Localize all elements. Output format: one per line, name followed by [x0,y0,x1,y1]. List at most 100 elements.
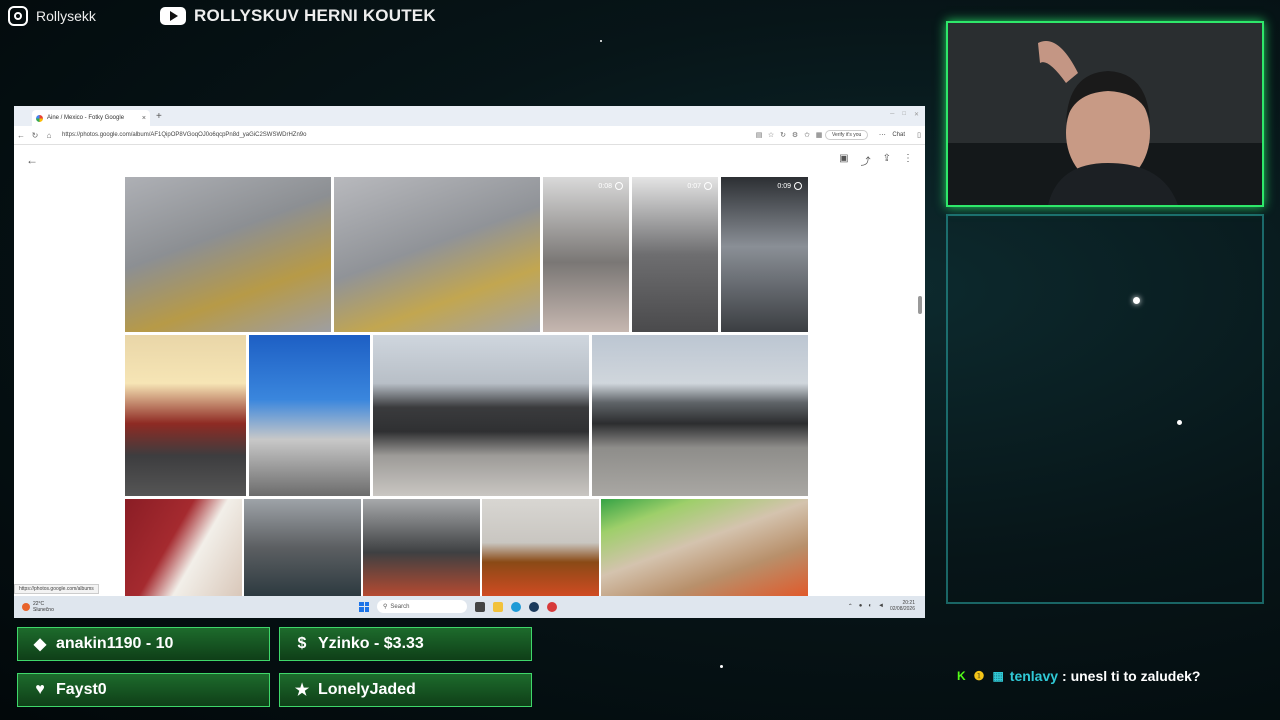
star-icon: ★ [294,682,310,699]
photo-tile[interactable] [249,335,370,496]
tab-title: Aine / Mexico - Fotky Google [47,115,125,121]
album-back-icon[interactable]: ← [26,153,38,167]
photo-tile[interactable] [244,499,361,596]
close-tab-icon[interactable]: × [142,115,146,122]
home-icon[interactable]: ⌂ [42,131,56,140]
sidebar-icon[interactable]: ▯ [913,131,925,139]
clock-date: 02/08/2026 [889,606,915,612]
youtube-channel: ROLLYSKUV HERNI KOUTEK [194,6,436,25]
photo-tile[interactable] [125,499,242,596]
status-url: https://photos.google.com/albums [14,584,99,594]
album-toolbar: ← ▣ ⤴ ⇪ ⋮ [14,145,925,171]
bookmark-star-icon[interactable]: ☆ [765,131,777,139]
youtube-icon [160,7,186,25]
system-tray: ⌃ ● ◐ ◄ 20:21 02/08/2026 [848,600,915,612]
webcam-frame [946,21,1264,207]
chat-message: K ❶ ▦ tenlavy : unesl ti to zaludek? [955,668,1201,684]
reader-icon[interactable]: ▤ [753,131,765,139]
google-photos-favicon-icon [36,114,43,122]
kick-badge-icon: K [957,669,966,683]
steam-icon[interactable] [529,601,539,612]
upload-icon[interactable]: ⇪ [883,153,891,168]
url-field[interactable]: https://photos.google.com/album/AF1QipOP… [62,132,753,138]
add-to-album-icon[interactable]: ▣ [839,153,848,168]
refresh-icon[interactable]: ↻ [777,131,789,139]
taskbar-search[interactable]: ⚲ Search [377,600,467,613]
sub-badge-icon: ❶ [973,669,985,683]
video-duration: 0:09 [777,182,802,190]
photo-tile[interactable] [592,335,808,496]
verify-profile-button[interactable]: Verify it's you [825,130,869,140]
weather-desc: Slunečno [33,607,54,613]
alert-panel: ◆ anakin1190 - 10 [17,627,270,661]
video-tile[interactable]: 0:08 [543,177,629,332]
chat-username: tenlavy [1009,668,1059,684]
photo-tile[interactable] [125,335,246,496]
alert-panel: $ Yzinko - $3.33 [279,627,532,661]
alert-text: LonelyJaded [318,681,416,698]
window-controls: ─ □ ✕ [890,111,919,118]
new-tab-button[interactable]: + [156,111,162,122]
photo-tile[interactable] [363,499,480,596]
drop-icon: ◆ [33,636,47,653]
address-bar-row: ← ↻ ⌂ https://photos.google.com/album/AF… [14,126,925,145]
taskbar-apps: ⚲ Search [359,600,557,613]
windows-taskbar: 22°C Slunečno ⚲ Search ⌃ ● ◐ ◄ 20:21 02/… [14,596,925,618]
volume-icon[interactable]: ◄ [878,603,884,609]
weather-widget[interactable]: 22°C Slunečno [22,601,54,613]
mic-icon[interactable]: ● [859,603,863,609]
windows-start-icon[interactable] [359,601,369,612]
collections-icon[interactable]: ▦ [813,131,825,139]
photo-tile[interactable] [601,499,808,596]
chat-text: : unesl ti to zaludek? [1062,668,1201,684]
streamer-webcam [948,23,1262,205]
scrollbar-thumb[interactable] [918,296,922,314]
background-star [720,665,723,668]
browser-window: Aine / Mexico - Fotky Google × + ─ □ ✕ ←… [14,106,925,618]
more-options-icon[interactable]: ⋮ [903,153,913,168]
app-icon[interactable] [547,601,557,612]
instagram-icon [8,6,28,26]
heart-icon: ♥ [35,681,45,698]
video-tile[interactable]: 0:09 [721,177,808,332]
maximize-icon[interactable]: □ [902,111,906,118]
copilot-chat-button[interactable]: Chat [892,132,905,138]
instagram-credit: Rollysekk [8,4,96,28]
file-explorer-icon[interactable] [493,601,503,612]
play-icon [704,182,712,190]
close-window-icon[interactable]: ✕ [914,111,919,118]
camera-placeholder-frame [946,214,1264,604]
browser-tab[interactable]: Aine / Mexico - Fotky Google × [32,110,150,126]
play-icon [794,182,802,190]
play-icon [615,182,623,190]
alert-text: Fayst0 [56,681,107,698]
edge-icon[interactable] [511,601,521,612]
more-icon[interactable]: ⋯ [876,131,888,139]
search-placeholder: Search [390,603,410,610]
alert-text: Yzinko - $3.33 [318,635,424,652]
task-view-icon[interactable] [475,601,485,612]
video-duration: 0:08 [598,182,623,190]
favorites-icon[interactable]: ✩ [801,131,813,139]
extensions-icon[interactable]: ⚙ [789,131,801,139]
network-icon[interactable]: ◐ [868,603,872,609]
alert-panel: ♥ Fayst0 [17,673,270,707]
chevron-up-icon[interactable]: ⌃ [848,603,853,610]
search-icon: ⚲ [383,604,388,610]
photo-tile[interactable] [334,177,540,332]
back-arrow-icon[interactable]: ← [14,131,28,140]
instagram-handle: Rollysekk [36,8,96,24]
album-actions: ▣ ⤴ ⇪ ⋮ [839,153,913,168]
youtube-credit: ROLLYSKUV HERNI KOUTEK [160,4,436,28]
taskbar-clock[interactable]: 20:21 02/08/2026 [890,600,915,612]
photo-tile[interactable] [373,335,589,496]
video-tile[interactable]: 0:07 [632,177,718,332]
photo-tile[interactable] [482,499,599,596]
gift-badge-icon: ▦ [992,669,1004,683]
alert-text: anakin1190 - 10 [56,635,174,652]
reload-icon[interactable]: ↻ [28,131,42,140]
share-icon[interactable]: ⤴ [861,153,871,168]
photo-tile[interactable] [125,177,331,332]
weather-icon [22,603,30,611]
minimize-icon[interactable]: ─ [890,111,894,118]
